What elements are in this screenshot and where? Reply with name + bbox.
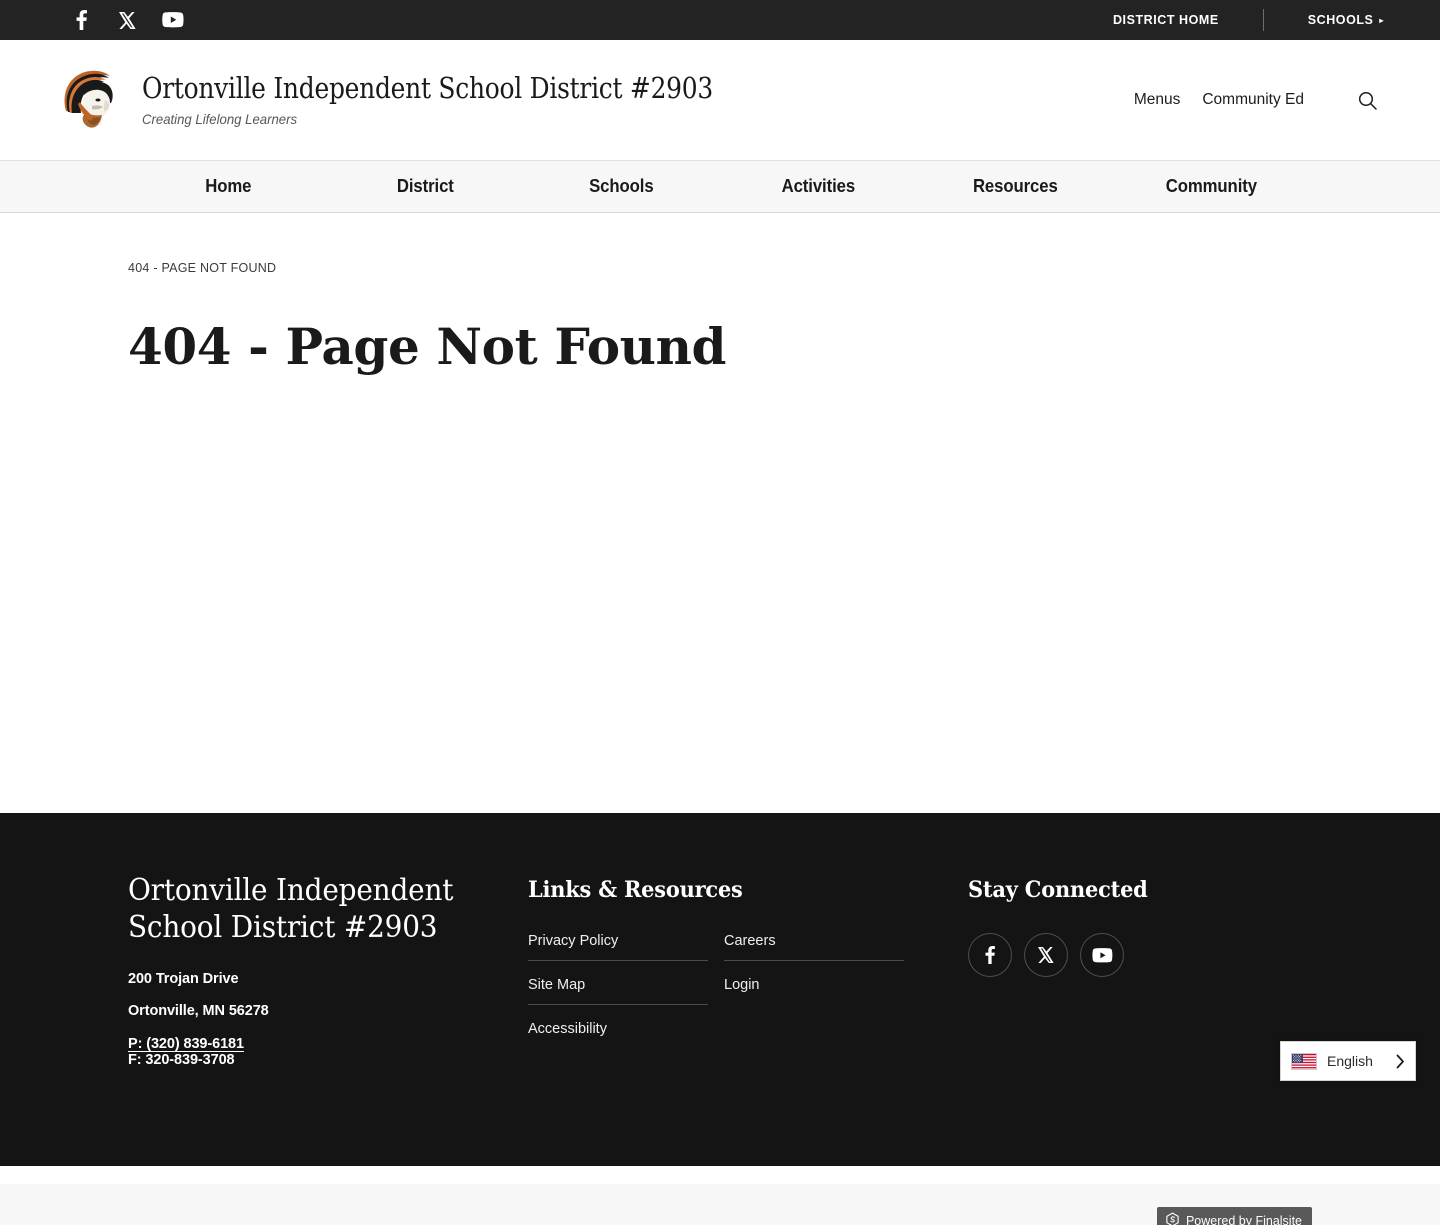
finalsite-logo-icon [1165,1211,1180,1225]
language-selector[interactable]: English [1280,1041,1416,1081]
site-header: Ortonville Independent School District #… [0,40,1440,160]
nav-item-community[interactable]: Community [1120,161,1303,212]
header-utility-links: Menus Community Ed [1134,83,1384,117]
footer-link-careers[interactable]: Careers [724,933,904,961]
footer-links-sub-2: Careers Login [724,933,904,1037]
us-flag-icon [1291,1052,1317,1070]
address-street: 200 Trojan Drive [128,971,239,988]
footer-columns: Ortonville Independent School District #… [128,873,1384,1085]
fax-number: F: 320-839-3708 [128,1052,235,1069]
address-city-state-zip: Ortonville, MN 56278 [128,1002,269,1019]
nav-item-resources[interactable]: Resources [924,161,1107,212]
site-title: Ortonville Independent School District #… [142,71,714,106]
post-footer-spacer [0,1166,1440,1184]
x-twitter-icon[interactable] [116,9,138,31]
district-home-link[interactable]: DISTRICT HOME [1113,13,1219,27]
footer-link-accessibility[interactable]: Accessibility [528,1021,708,1037]
schools-dropdown-link[interactable]: SCHOOLS ▸ [1308,13,1384,27]
utility-social-links [70,9,184,31]
footer-social-column: Stay Connected [968,873,1384,977]
facebook-icon[interactable] [70,9,92,31]
menus-link[interactable]: Menus [1134,91,1181,109]
community-ed-link[interactable]: Community Ed [1202,91,1304,109]
brand-home-link[interactable]: Ortonville Independent School District #… [56,64,806,136]
main-navigation-list: Home District Schools Activities Resourc… [130,161,1310,212]
footer-link-site-map[interactable]: Site Map [528,977,708,1005]
youtube-icon[interactable] [1080,933,1124,977]
utility-divider [1262,9,1264,31]
chevron-right-icon: ▸ [1379,16,1384,25]
footer-social-heading: Stay Connected [968,877,1148,903]
language-label: English [1327,1053,1373,1069]
x-twitter-icon[interactable] [1024,933,1068,977]
breadcrumb-current: 404 - PAGE NOT FOUND [128,261,277,275]
footer-social-row [968,933,1384,977]
main-content: 404 - PAGE NOT FOUND 404 - Page Not Foun… [0,213,1440,813]
footer-org-title: Ortonville Independent School District #… [128,873,454,945]
nav-item-district[interactable]: District [334,161,517,212]
district-logo [56,64,118,136]
nav-item-schools[interactable]: Schools [530,161,713,212]
footer-link-privacy-policy[interactable]: Privacy Policy [528,933,708,961]
post-footer: Powered by Finalsite [0,1184,1440,1225]
footer-brand-column: Ortonville Independent School District #… [128,873,528,1085]
breadcrumb: 404 - PAGE NOT FOUND [128,261,1384,275]
site-footer: Ortonville Independent School District #… [0,813,1440,1166]
utility-bar: DISTRICT HOME SCHOOLS ▸ [0,0,1440,40]
main-navigation: Home District Schools Activities Resourc… [0,160,1440,213]
phone-link[interactable]: P: (320) 839-6181 [128,1036,244,1052]
search-toggle-button[interactable] [1350,83,1384,117]
footer-links-heading: Links & Resources [528,877,743,903]
brand-text: Ortonville Independent School District #… [142,71,806,127]
nav-item-home[interactable]: Home [137,161,320,212]
page-title: 404 - Page Not Found [128,317,727,376]
footer-address: 200 Trojan Drive Ortonville, MN 56278 P:… [128,972,528,1068]
facebook-icon[interactable] [968,933,1012,977]
utility-right-links: DISTRICT HOME SCHOOLS ▸ [1113,0,1384,40]
footer-links-column: Links & Resources Privacy Policy Site Ma… [528,873,968,1037]
footer-link-login[interactable]: Login [724,977,904,993]
page-root: DISTRICT HOME SCHOOLS ▸ Ortonville Indep… [0,0,1440,1225]
footer-links-grid: Privacy Policy Site Map Accessibility Ca… [528,933,968,1037]
powered-by-finalsite-badge[interactable]: Powered by Finalsite [1156,1206,1312,1225]
schools-label: SCHOOLS [1307,13,1374,27]
finalsite-label: Powered by Finalsite [1185,1213,1302,1225]
footer-links-sub-1: Privacy Policy Site Map Accessibility [528,933,708,1037]
site-tagline: Creating Lifelong Learners [142,110,298,127]
nav-item-activities[interactable]: Activities [727,161,910,212]
youtube-icon[interactable] [162,9,184,31]
chevron-right-icon [1396,1054,1405,1069]
